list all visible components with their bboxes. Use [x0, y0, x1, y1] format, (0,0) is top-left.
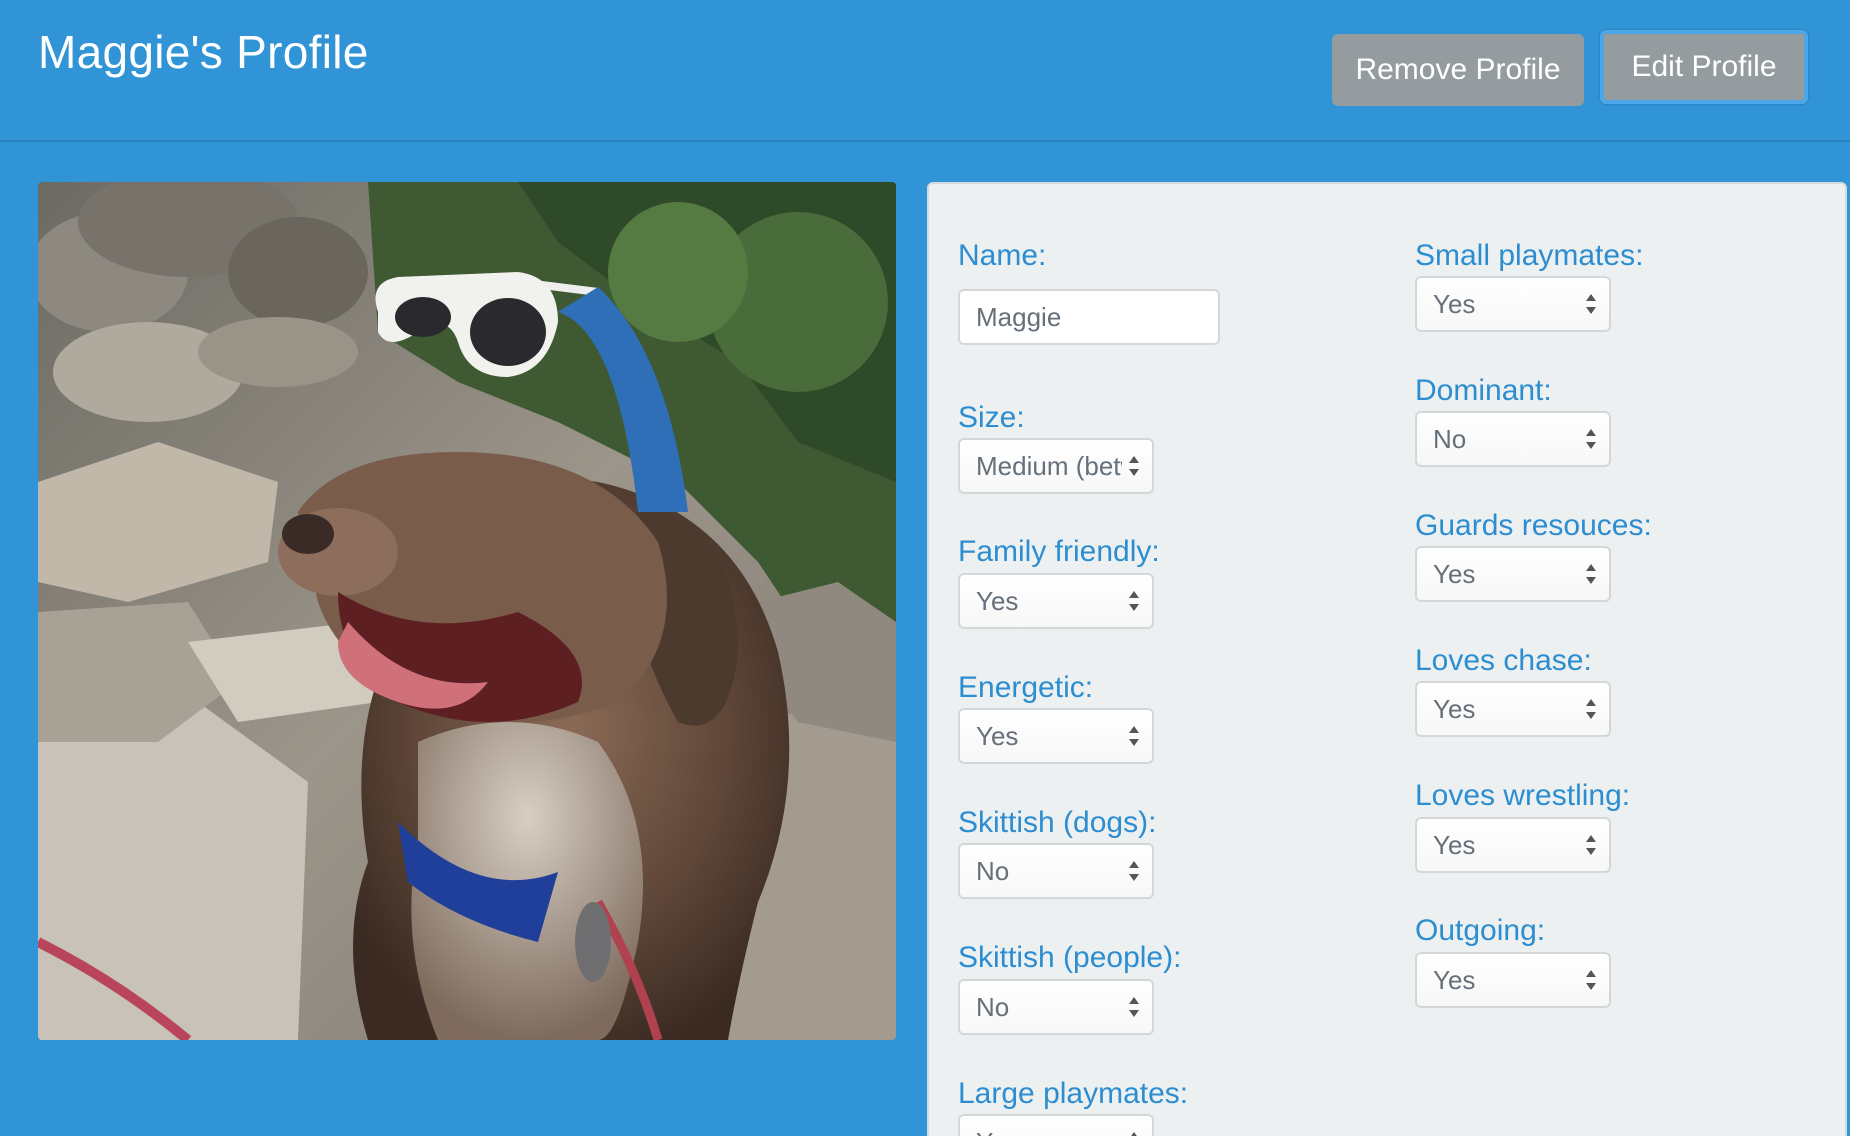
family-friendly-select[interactable]: Yes	[958, 573, 1154, 629]
loves-wrestling-label: Loves wrestling:	[1415, 779, 1631, 812]
select-arrows-icon	[1129, 861, 1139, 881]
family-friendly-select-value: Yes	[976, 586, 1019, 616]
select-arrows-icon	[1586, 294, 1596, 314]
large-playmates-select-value: Yes	[976, 1116, 1122, 1136]
large-playmates-label: Large playmates:	[958, 1077, 1189, 1110]
small-playmates-select[interactable]: Yes	[1415, 276, 1611, 332]
size-select-value: Medium (betw	[976, 451, 1122, 481]
guards-resources-label: Guards resouces:	[1415, 509, 1652, 542]
loves-chase-label: Loves chase:	[1415, 644, 1592, 677]
large-playmates-select[interactable]: Yes	[958, 1114, 1154, 1136]
select-arrows-icon	[1586, 429, 1596, 449]
dominant-select[interactable]: No	[1415, 411, 1611, 467]
dominant-select-value: No	[1433, 424, 1467, 454]
select-arrows-icon	[1586, 564, 1596, 584]
guards-resources-select-value: Yes	[1433, 559, 1476, 589]
select-arrows-icon	[1586, 970, 1596, 990]
name-label: Name:	[958, 239, 1047, 272]
outgoing-label: Outgoing:	[1415, 914, 1546, 947]
select-arrows-icon	[1129, 997, 1139, 1017]
skittish-dogs-select-value: No	[976, 856, 1010, 886]
outgoing-select[interactable]: Yes	[1415, 952, 1611, 1008]
page-title: Maggie's Profile	[38, 26, 369, 78]
family-friendly-label: Family friendly:	[958, 535, 1160, 568]
select-arrows-icon	[1129, 726, 1139, 746]
edit-profile-button[interactable]: Edit Profile	[1600, 30, 1808, 104]
loves-wrestling-select-value: Yes	[1433, 830, 1476, 860]
skittish-people-label: Skittish (people):	[958, 941, 1182, 974]
skittish-dogs-select[interactable]: No	[958, 843, 1154, 899]
energetic-label: Energetic:	[958, 671, 1094, 704]
select-arrows-icon	[1586, 835, 1596, 855]
skittish-people-select-value: No	[976, 992, 1010, 1022]
header-bar: Maggie's Profile Remove Profile Edit Pro…	[0, 0, 1850, 142]
profile-page: Maggie's Profile Remove Profile Edit Pro…	[0, 0, 1850, 1136]
select-arrows-icon	[1586, 699, 1596, 719]
size-label: Size:	[958, 401, 1025, 434]
profile-form-panel: Name: Size: Medium (betw Family friendly…	[927, 182, 1847, 1136]
select-arrows-icon	[1131, 1132, 1137, 1136]
size-select[interactable]: Medium (betw	[958, 438, 1154, 494]
loves-chase-select[interactable]: Yes	[1415, 681, 1611, 737]
small-playmates-select-value: Yes	[1433, 289, 1476, 319]
skittish-dogs-label: Skittish (dogs):	[958, 806, 1157, 839]
remove-profile-button[interactable]: Remove Profile	[1332, 34, 1584, 106]
energetic-select[interactable]: Yes	[958, 708, 1154, 764]
name-field[interactable]	[958, 289, 1220, 345]
small-playmates-label: Small playmates:	[1415, 239, 1644, 272]
loves-wrestling-select[interactable]: Yes	[1415, 817, 1611, 873]
select-arrows-icon	[1129, 591, 1139, 611]
dog-photo	[38, 182, 896, 1040]
select-arrows-icon	[1129, 456, 1139, 476]
outgoing-select-value: Yes	[1433, 965, 1476, 995]
dominant-label: Dominant:	[1415, 374, 1552, 407]
loves-chase-select-value: Yes	[1433, 694, 1476, 724]
guards-resources-select[interactable]: Yes	[1415, 546, 1611, 602]
energetic-select-value: Yes	[976, 721, 1019, 751]
skittish-people-select[interactable]: No	[958, 979, 1154, 1035]
